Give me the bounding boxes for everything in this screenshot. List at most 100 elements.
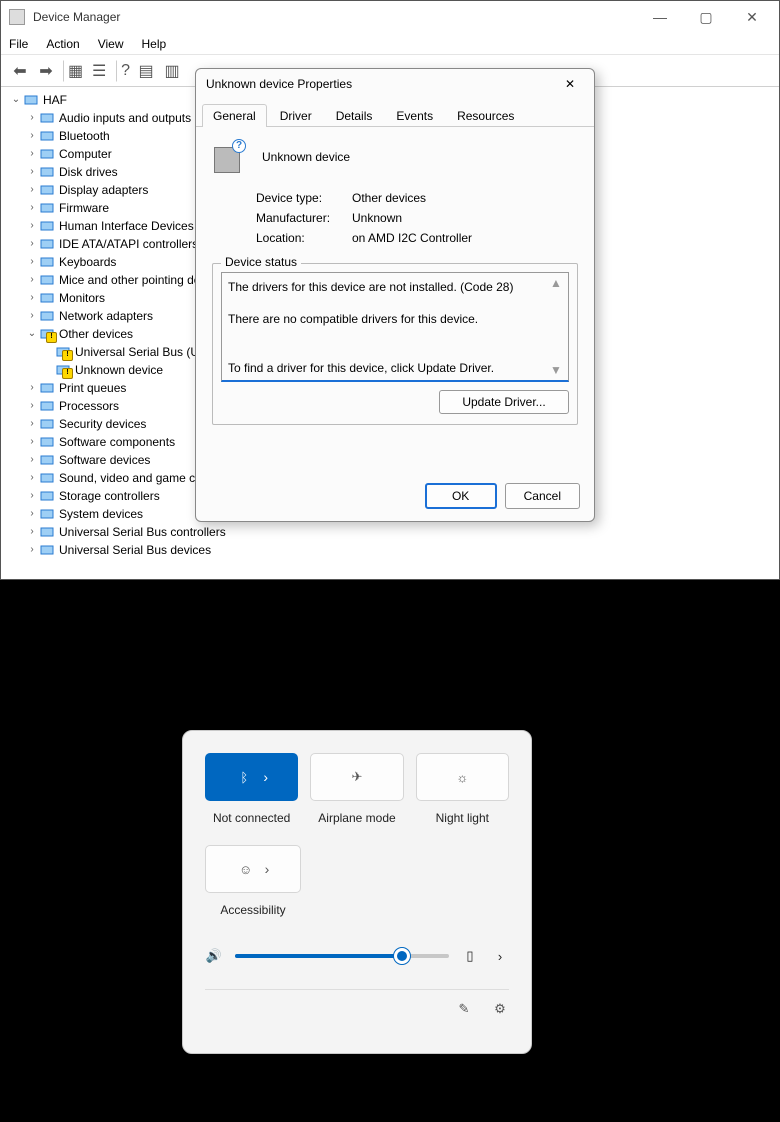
tree-node-label: HAF (43, 91, 67, 109)
expand-toggle[interactable]: › (25, 523, 39, 541)
expand-toggle[interactable]: › (25, 487, 39, 505)
expand-toggle[interactable]: › (25, 253, 39, 271)
tile-label: Not connected (205, 811, 298, 825)
quick-tile-labels: Not connectedAirplane modeNight light (205, 801, 509, 825)
expand-toggle[interactable]: › (25, 541, 39, 559)
tile-bluetooth[interactable]: ᛒ› (205, 753, 298, 801)
ok-button[interactable]: OK (425, 483, 497, 509)
device-category-icon (39, 273, 55, 287)
device-category-icon (39, 165, 55, 179)
tile-airplane[interactable]: ✈ (310, 753, 403, 801)
properties-button[interactable]: ☰ (88, 60, 110, 82)
status-line: The drivers for this device are not inst… (228, 279, 546, 295)
expand-toggle[interactable]: › (25, 109, 39, 127)
help-button[interactable]: ? (116, 60, 131, 82)
airplane-icon: ✈ (348, 768, 366, 786)
update-button[interactable]: ▥ (161, 60, 183, 82)
tree-node-label: Universal Serial Bus controllers (59, 523, 226, 541)
minimize-button[interactable]: — (637, 2, 683, 32)
expand-toggle[interactable]: › (25, 379, 39, 397)
device-name: Unknown device (262, 150, 350, 164)
update-driver-button[interactable]: Update Driver... (439, 390, 569, 414)
device-category-icon (23, 93, 39, 107)
forward-button[interactable]: ➡ (35, 60, 57, 82)
tree-node-label: Unknown device (75, 361, 163, 379)
expand-toggle[interactable]: ⌄ (25, 325, 39, 343)
audio-output-icon[interactable]: ▯ (461, 947, 479, 965)
device-category-icon (39, 525, 55, 539)
audio-expand-icon[interactable]: › (491, 947, 509, 965)
expand-toggle[interactable]: › (25, 163, 39, 181)
volume-slider[interactable] (235, 954, 449, 958)
device-category-icon (39, 183, 55, 197)
device-category-icon (39, 435, 55, 449)
device-category-icon (39, 489, 55, 503)
dialog-close-button[interactable]: ✕ (556, 72, 584, 96)
menu-action[interactable]: Action (46, 37, 79, 51)
titlebar[interactable]: Device Manager — ▢ ✕ (1, 1, 779, 33)
expand-toggle[interactable]: › (25, 235, 39, 253)
tree-node[interactable]: › Universal Serial Bus controllers (9, 523, 771, 541)
device-icon: ? (212, 141, 244, 173)
maximize-button[interactable]: ▢ (683, 2, 729, 32)
device-category-icon (39, 111, 55, 125)
tile-label: Night light (416, 811, 509, 825)
menubar: File Action View Help (1, 33, 779, 55)
tree-node-label: Software devices (59, 451, 150, 469)
menu-file[interactable]: File (9, 37, 28, 51)
settings-icon[interactable]: ⚙ (491, 1000, 509, 1018)
expand-toggle[interactable]: › (25, 415, 39, 433)
tree-node-label: Network adapters (59, 307, 153, 325)
menu-view[interactable]: View (98, 37, 124, 51)
tab-events[interactable]: Events (385, 104, 444, 127)
device-status-text[interactable]: ▲▼ The drivers for this device are not i… (221, 272, 569, 382)
device-category-icon (39, 291, 55, 305)
expand-toggle[interactable]: › (25, 451, 39, 469)
tab-general[interactable]: General (202, 104, 267, 127)
tab-strip: GeneralDriverDetailsEventsResources (196, 103, 594, 127)
tile-brightness[interactable]: ☼ (416, 753, 509, 801)
expand-toggle[interactable]: › (25, 181, 39, 199)
menu-help[interactable]: Help (142, 37, 167, 51)
close-button[interactable]: ✕ (729, 2, 775, 32)
expand-toggle[interactable]: › (25, 217, 39, 235)
expand-toggle[interactable]: › (25, 145, 39, 163)
tree-node-label: System devices (59, 505, 143, 523)
tab-driver[interactable]: Driver (269, 104, 323, 127)
device-warning-icon (39, 327, 55, 341)
status-scrollbar[interactable]: ▲▼ (550, 275, 566, 378)
cancel-button[interactable]: Cancel (505, 483, 580, 509)
show-hidden-button[interactable]: ▦ (63, 60, 84, 82)
device-category-icon (39, 417, 55, 431)
expand-toggle[interactable]: › (25, 289, 39, 307)
device-warning-icon (55, 363, 71, 377)
tab-resources[interactable]: Resources (446, 104, 525, 127)
device-category-icon (39, 219, 55, 233)
scan-button[interactable]: ▤ (135, 60, 157, 82)
app-icon (9, 9, 25, 25)
expand-toggle[interactable]: ⌄ (9, 91, 23, 109)
expand-toggle[interactable]: › (25, 127, 39, 145)
tile-accessibility[interactable]: ☺› (205, 845, 301, 893)
value-manufacturer: Unknown (352, 211, 402, 225)
label-location: Location: (256, 231, 352, 245)
tree-node-label: Print queues (59, 379, 126, 397)
expand-toggle[interactable]: › (25, 505, 39, 523)
tree-node-label: IDE ATA/ATAPI controllers (59, 235, 198, 253)
expand-toggle[interactable]: › (25, 397, 39, 415)
edit-quick-settings-icon[interactable]: ✎ (455, 1000, 473, 1018)
expand-toggle[interactable]: › (25, 199, 39, 217)
status-line: There are no compatible drivers for this… (228, 311, 546, 327)
tab-details[interactable]: Details (325, 104, 384, 127)
tree-node[interactable]: ›Universal Serial Bus devices (9, 541, 771, 559)
expand-toggle[interactable]: › (25, 307, 39, 325)
device-category-icon (39, 471, 55, 485)
device-category-icon (39, 453, 55, 467)
expand-toggle[interactable]: › (25, 271, 39, 289)
dialog-titlebar[interactable]: Unknown device Properties ✕ (196, 69, 594, 99)
back-button[interactable]: ⬅ (9, 60, 31, 82)
expand-toggle[interactable]: › (25, 469, 39, 487)
expand-toggle[interactable]: › (25, 433, 39, 451)
device-category-icon (39, 399, 55, 413)
speaker-icon[interactable]: 🔊 (205, 947, 223, 965)
